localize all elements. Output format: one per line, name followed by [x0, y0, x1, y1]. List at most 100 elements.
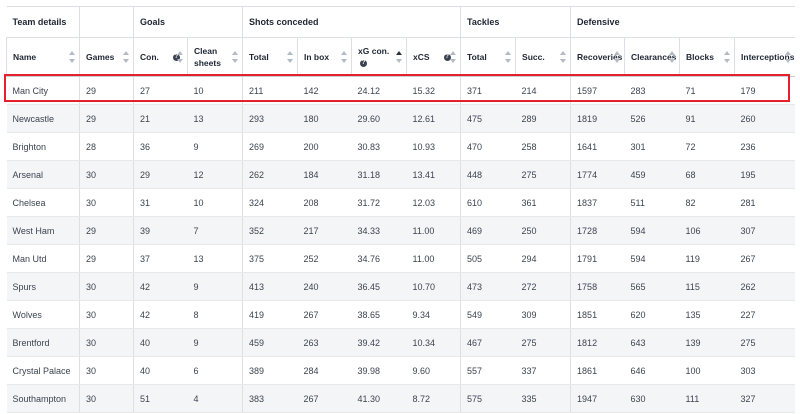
table-cell-games: 30 [79, 384, 134, 413]
table-cell-recoveries: 1641 [570, 132, 625, 161]
table-row-west-ham[interactable]: West Ham 29 39 7 352 217 34.33 11.00 469 250 1728 5… [6, 216, 795, 245]
sort-icon[interactable] [232, 50, 239, 64]
sort-icon[interactable] [614, 50, 621, 64]
table-cell-total: 467 [460, 328, 516, 357]
table-cell-blocks: 100 [679, 356, 735, 385]
table-cell-total: 557 [460, 356, 516, 385]
table-cell-succ: 337 [515, 356, 571, 385]
column-header-clearances-11[interactable]: Clearances [624, 37, 680, 77]
table-cell-in-box: 180 [297, 104, 352, 133]
sort-icon[interactable] [287, 50, 294, 64]
table-row-crystal-palace[interactable]: Crystal Palace 30 40 6 389 284 39.98 9.60 557 337… [6, 356, 795, 385]
table-cell-interceptions: 179 [734, 76, 795, 105]
column-header-in-box-5[interactable]: In box [297, 37, 352, 77]
team-name-cell: Chelsea [6, 188, 80, 217]
team-stats-table: Team details Goals Shots conceded Tackles De… [6, 6, 795, 413]
table-cell-total: 389 [242, 356, 298, 385]
info-icon[interactable]: ? [360, 60, 368, 68]
table-row-man-utd[interactable]: Man Utd 29 37 13 375 252 34.76 11.00 505 294 1791 5… [6, 244, 795, 273]
sort-icon[interactable] [560, 50, 567, 64]
sort-icon[interactable] [123, 50, 129, 64]
table-cell-in-box: 252 [297, 244, 352, 273]
column-header-interceptions-13[interactable]: Interceptions [734, 37, 795, 77]
column-header-total-8[interactable]: Total [460, 37, 516, 77]
team-name-cell: Newcastle [6, 104, 80, 133]
table-cell-recoveries: 1851 [570, 300, 625, 329]
table-row-brentford[interactable]: Brentford 30 40 9 459 263 39.42 10.34 467 275 1812… [6, 328, 795, 357]
column-header-total-4[interactable]: Total [242, 37, 298, 77]
table-cell-xg-con: 31.18 [351, 160, 407, 189]
sort-icon[interactable] [784, 50, 791, 64]
table-cell-blocks: 91 [679, 104, 735, 133]
table-cell-games: 29 [79, 104, 134, 133]
table-cell-con: 21 [133, 104, 188, 133]
table-cell-con: 40 [133, 328, 188, 357]
table-cell-games: 29 [79, 244, 134, 273]
table-cell-clearances: 511 [624, 188, 680, 217]
table-cell-total: 293 [242, 104, 298, 133]
sort-icon[interactable] [69, 50, 75, 64]
column-header-clean-sheets-3[interactable]: Clean sheets [186, 37, 243, 77]
table-cell-clean-sheets: 9 [187, 272, 243, 301]
column-label: In box [304, 52, 330, 62]
group-header-goals: Goals [132, 6, 243, 38]
table-cell-interceptions: 327 [734, 384, 795, 413]
table-cell-clean-sheets: 10 [187, 188, 243, 217]
table-cell-clearances: 594 [624, 244, 680, 273]
table-row-newcastle[interactable]: Newcastle 29 21 13 293 180 29.60 12.61 475 289 181… [6, 104, 795, 133]
column-label: xG con. [358, 46, 390, 56]
table-cell-blocks: 119 [679, 244, 735, 273]
table-cell-con: 27 [133, 76, 188, 105]
column-header-con-2[interactable]: Con.? [133, 37, 188, 77]
table-cell-total: 211 [242, 76, 298, 105]
table-row-spurs[interactable]: Spurs 30 42 9 413 240 36.45 10.70 473 272 1758 565 1… [6, 272, 795, 301]
sort-descending-icon[interactable] [396, 50, 403, 64]
table-row-brighton[interactable]: Brighton 28 36 9 269 200 30.83 10.93 470 258 1641 3… [6, 132, 795, 161]
table-cell-con: 40 [133, 356, 188, 385]
table-cell-xg-con: 36.45 [351, 272, 407, 301]
table-cell-total: 419 [242, 300, 298, 329]
table-cell-clean-sheets: 6 [187, 356, 243, 385]
column-header-recoveries-10[interactable]: Recoveries [570, 37, 625, 77]
sort-icon[interactable] [669, 50, 676, 64]
column-header-name-0[interactable]: Name [6, 37, 80, 77]
table-row-arsenal[interactable]: Arsenal 30 29 12 262 184 31.18 13.41 448 275 1774 4… [6, 160, 795, 189]
team-name-cell: Man Utd [6, 244, 80, 273]
table-cell-in-box: 284 [297, 356, 352, 385]
table-row-chelsea[interactable]: Chelsea 30 31 10 324 208 31.72 12.03 610 361 1837 5… [6, 188, 795, 217]
column-header-xcs-7[interactable]: xCS? [406, 37, 461, 77]
table-cell-succ: 361 [515, 188, 571, 217]
sort-icon[interactable] [505, 50, 512, 64]
table-cell-games: 30 [79, 300, 134, 329]
column-header-xg-con-6[interactable]: xG con.? [351, 37, 407, 77]
table-cell-xcs: 8.72 [406, 384, 461, 413]
sort-icon[interactable] [177, 50, 183, 64]
table-cell-succ: 309 [515, 300, 571, 329]
column-header-succ-9[interactable]: Succ. [515, 37, 571, 77]
table-cell-recoveries: 1728 [570, 216, 625, 245]
table-cell-succ: 289 [515, 104, 571, 133]
table-cell-clearances: 526 [624, 104, 680, 133]
table-cell-games: 28 [79, 132, 134, 161]
table-cell-succ: 214 [515, 76, 571, 105]
sort-icon[interactable] [724, 50, 731, 64]
table-row-wolves[interactable]: Wolves 30 42 8 419 267 38.65 9.34 549 309 1851 620 1… [6, 300, 795, 329]
group-header-shots-conceded: Shots conceded [242, 6, 461, 38]
team-name-cell: Southampton [6, 384, 80, 413]
table-cell-con: 31 [133, 188, 188, 217]
table-cell-xcs: 15.32 [406, 76, 461, 105]
table-row-man-city[interactable]: Man City 29 27 10 211 142 24.12 15.32 371 214 1597… [6, 76, 795, 105]
table-cell-succ: 335 [515, 384, 571, 413]
table-cell-total: 505 [460, 244, 516, 273]
column-header-games-1[interactable]: Games [79, 37, 134, 77]
table-cell-clean-sheets: 13 [187, 244, 243, 273]
column-label: Succ. [522, 52, 545, 62]
column-header-blocks-12[interactable]: Blocks [679, 37, 735, 77]
table-cell-clearances: 301 [624, 132, 680, 161]
table-row-southampton[interactable]: Southampton 30 51 4 383 267 41.30 8.72 575 335 194… [6, 384, 795, 413]
table-cell-total: 413 [242, 272, 298, 301]
table-cell-clearances: 565 [624, 272, 680, 301]
sort-icon[interactable] [341, 50, 348, 64]
table-cell-total: 470 [460, 132, 516, 161]
sort-icon[interactable] [450, 50, 457, 64]
